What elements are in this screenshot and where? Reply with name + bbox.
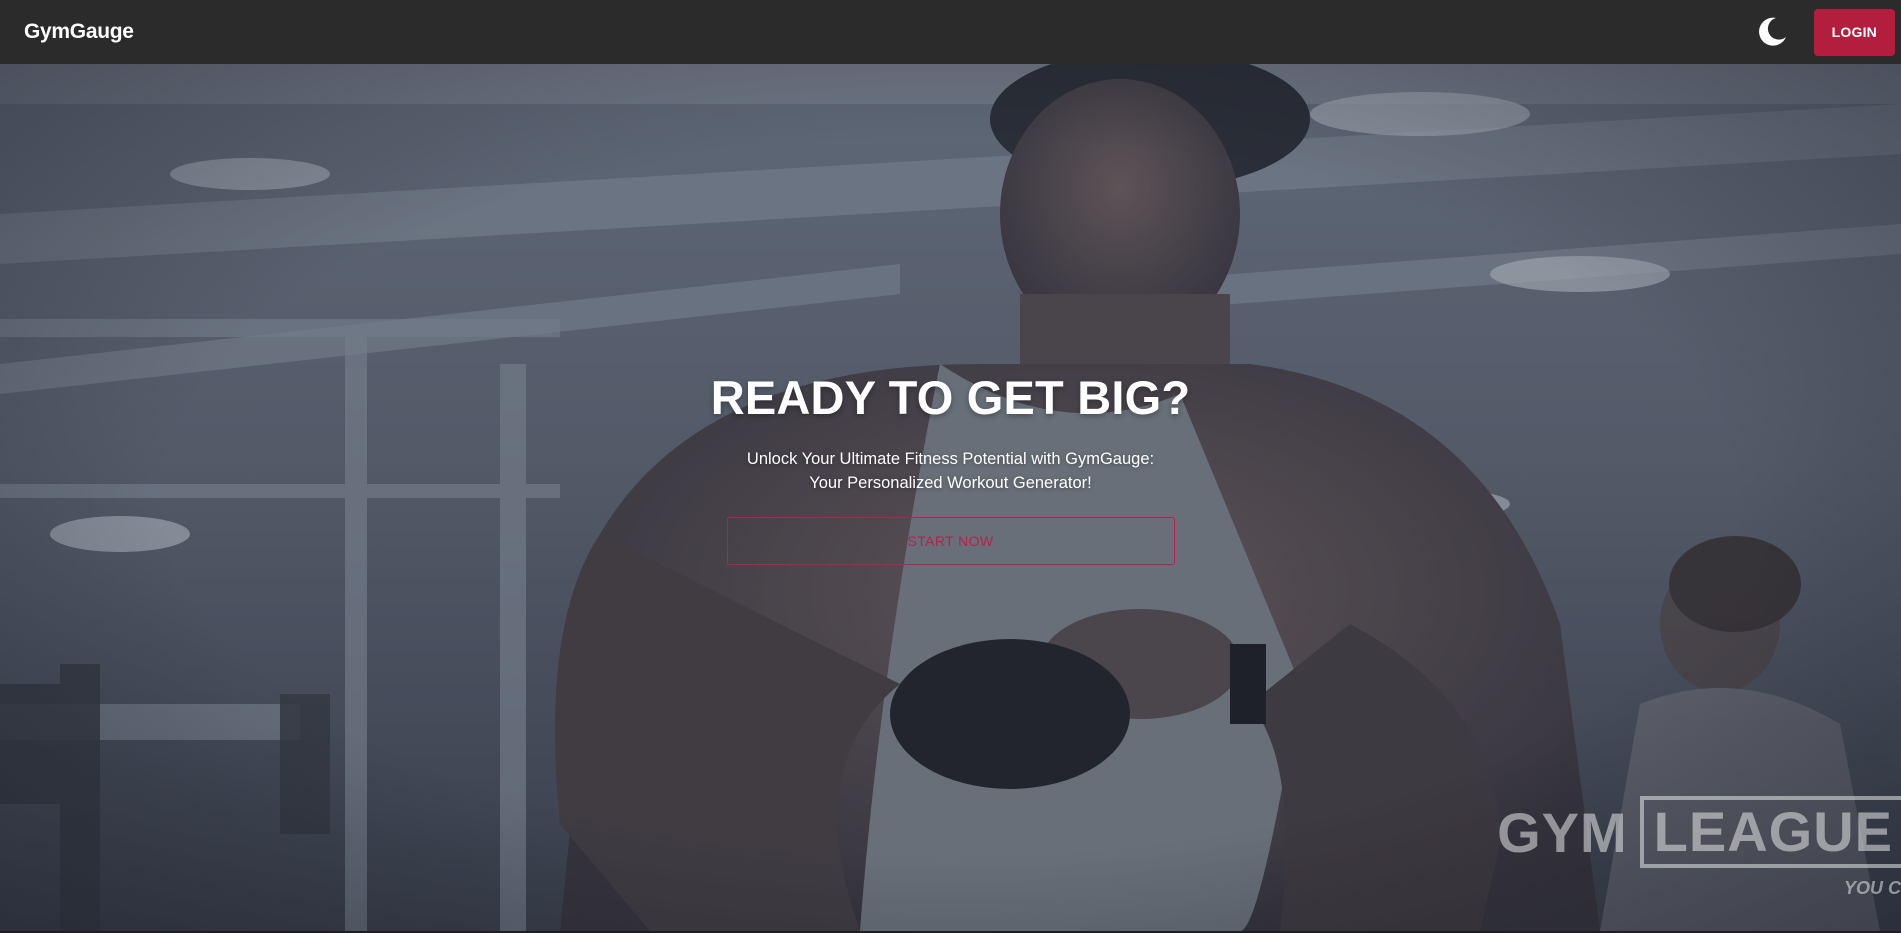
navbar-actions: LOGIN	[1752, 8, 1895, 56]
hero-subtitle: Unlock Your Ultimate Fitness Potential w…	[746, 450, 1155, 492]
brand-logo[interactable]: GymGauge	[24, 20, 134, 44]
watermark-tagline: YOU C	[1843, 878, 1901, 898]
hero-content: READY TO GET BIG? Unlock Your Ultimate F…	[0, 370, 1901, 565]
watermark-gym: GYM	[1497, 800, 1628, 864]
hero-title: READY TO GET BIG?	[710, 371, 1191, 424]
top-navbar: GymGauge LOGIN	[0, 0, 1901, 64]
login-button[interactable]: LOGIN	[1813, 8, 1895, 56]
start-now-button[interactable]: START NOW	[726, 517, 1175, 565]
hero-section: READY TO GET BIG? Unlock Your Ultimate F…	[0, 64, 1901, 931]
moon-icon	[1758, 17, 1786, 46]
video-watermark: GYM LEAGUE YOU C	[1497, 796, 1901, 898]
theme-toggle-button[interactable]	[1752, 12, 1792, 52]
watermark-league: LEAGUE	[1639, 796, 1901, 868]
